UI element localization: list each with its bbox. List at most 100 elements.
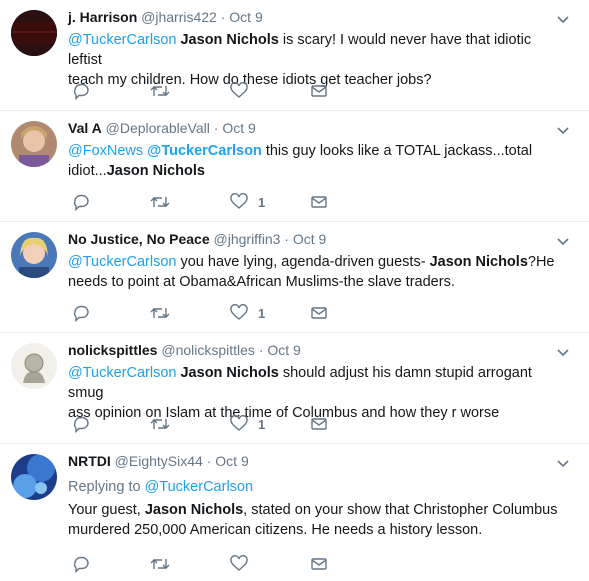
tweet-actions [68,81,368,101]
message-button[interactable] [310,303,328,323]
like-icon [230,193,248,209]
tweet-header: No Justice, No Peace @jhgriffin3 · Oct 9 [68,230,326,248]
tweet-text-line: @TuckerCarlson Jason Nichols is scary! I… [68,30,568,70]
tweet-header: Val A @DeplorableVall · Oct 9 [68,119,256,137]
message-icon [311,558,327,570]
reply-button[interactable] [72,303,90,323]
chevron-down-icon[interactable] [557,123,569,135]
display-name[interactable]: j. Harrison [68,9,137,25]
tweet-actions: 1 [68,303,368,323]
user-handle[interactable]: @jharris422 [141,9,217,25]
retweet-button[interactable] [150,303,170,323]
chevron-down-icon[interactable] [557,12,569,24]
mention-link[interactable]: @TuckerCarlson [68,365,176,381]
separator: · [209,120,223,136]
separator: · [280,231,293,247]
user-handle[interactable]: @DeplorableVall [106,120,210,136]
like-icon [230,415,248,431]
bold-text: Jason Nichols [429,254,528,270]
reply-button[interactable] [72,81,90,101]
avatar[interactable] [11,10,57,56]
tweet-text-line: @TuckerCarlson you have lying, agenda-dr… [68,252,568,272]
tweet[interactable]: nolickspittles @nolickspittles · Oct 9 @… [0,333,589,444]
tweet-header: j. Harrison @jharris422 · Oct 9 [68,8,263,26]
avatar[interactable] [11,232,57,278]
bold-text: Jason Nichols [144,502,244,518]
reply-button[interactable] [72,192,90,212]
avatar-image [11,232,57,278]
tweet-text-line: @TuckerCarlson Jason Nichols should adju… [68,363,568,403]
message-icon [311,196,327,208]
retweet-icon [150,86,170,96]
mention-link[interactable]: @TuckerCarlson [145,479,253,495]
like-button[interactable]: 1 [230,192,265,212]
message-button[interactable] [310,81,328,101]
text: you have lying, agenda-driven guests- [176,254,430,270]
display-name[interactable]: NRTDI [68,453,111,469]
avatar[interactable] [11,343,57,389]
replying-to: Replying to @TuckerCarlson [68,477,253,497]
avatar-image [11,454,57,500]
retweet-icon [150,559,170,569]
user-handle[interactable]: @EightySix44 [115,453,203,469]
text: ?He [527,254,555,270]
tweet-text-line: idiot...Jason Nichols [68,161,568,181]
mention-link[interactable]: @FoxNews [68,143,143,159]
avatar[interactable] [11,454,57,500]
display-name[interactable]: No Justice, No Peace [68,231,210,247]
reply-icon [73,416,89,433]
retweet-button[interactable] [150,554,170,574]
reply-icon [73,194,89,211]
like-icon [230,304,248,320]
message-button[interactable] [310,414,328,434]
message-button[interactable] [310,554,328,574]
avatar-image [11,10,57,56]
mention-link[interactable]: @TuckerCarlson [68,32,176,48]
text: , stated on your show that Christopher C… [243,502,558,518]
retweet-button[interactable] [150,81,170,101]
message-icon [311,307,327,319]
tweet-text: @TuckerCarlson you have lying, agenda-dr… [68,252,568,292]
text: Your guest, [68,502,145,518]
like-button[interactable]: 1 [230,414,265,434]
timestamp[interactable]: Oct 9 [222,120,255,136]
chevron-down-icon[interactable] [557,345,569,357]
tweet[interactable]: Val A @DeplorableVall · Oct 9 @FoxNews @… [0,111,589,222]
message-button[interactable] [310,192,328,212]
chevron-down-icon[interactable] [557,456,569,468]
like-count: 1 [258,416,266,432]
retweet-button[interactable] [150,192,170,212]
reply-button[interactable] [72,554,90,574]
like-button[interactable] [230,554,258,574]
replying-label: Replying to [68,479,145,495]
like-count: 1 [258,194,266,210]
mention-link[interactable]: @TuckerCarlson [68,254,176,270]
timestamp[interactable]: Oct 9 [215,453,248,469]
user-handle[interactable]: @jhgriffin3 [214,231,281,247]
reply-button[interactable] [72,414,90,434]
tweet[interactable]: NRTDI @EightySix44 · Oct 9 Replying to @… [0,444,589,581]
retweet-icon [150,419,170,429]
user-handle[interactable]: @nolickspittles [161,342,255,358]
bold-text: Jason Nichols [106,163,205,179]
avatar[interactable] [11,121,57,167]
timestamp[interactable]: Oct 9 [229,9,262,25]
display-name[interactable]: nolickspittles [68,342,157,358]
tweet[interactable]: j. Harrison @jharris422 · Oct 9 @TuckerC… [0,0,589,111]
tweet-actions: 1 [68,414,368,434]
like-button[interactable]: 1 [230,303,265,323]
like-button[interactable] [230,81,258,101]
tweet-actions [68,554,368,574]
mention-link[interactable]: @TuckerCarlson [143,143,262,159]
tweet-text-line: needs to point at Obama&African Muslims-… [68,274,455,290]
timestamp[interactable]: Oct 9 [267,342,300,358]
tweet-actions: 1 [68,192,368,212]
timestamp[interactable]: Oct 9 [293,231,326,247]
chevron-down-icon[interactable] [557,234,569,246]
tweet[interactable]: No Justice, No Peace @jhgriffin3 · Oct 9… [0,222,589,333]
tweet-text-line: Your guest, Jason Nichols, stated on you… [68,500,568,520]
tweet-text: @FoxNews @TuckerCarlson this guy looks l… [68,141,568,181]
display-name[interactable]: Val A [68,120,102,136]
retweet-button[interactable] [150,414,170,434]
like-icon [230,555,248,571]
